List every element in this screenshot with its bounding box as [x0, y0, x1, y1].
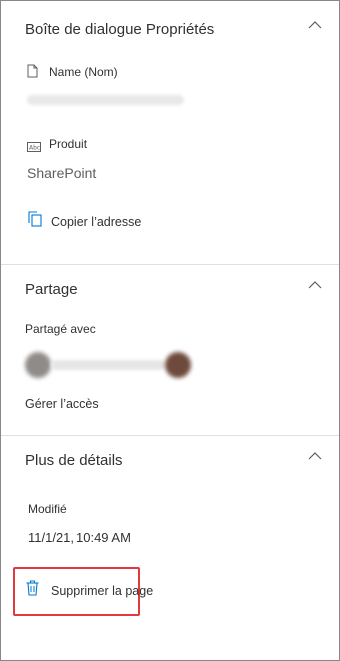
- sharing-section-title: Partage: [25, 281, 78, 298]
- avatar[interactable]: [165, 352, 191, 378]
- text-field-icon: Abc: [27, 139, 41, 157]
- document-icon: [27, 64, 38, 83]
- copy-icon[interactable]: [28, 211, 42, 232]
- collapse-details-chevron-up-icon[interactable]: [308, 451, 322, 461]
- svg-text:Abc: Abc: [29, 145, 40, 152]
- copy-address-button[interactable]: Copier l’adresse: [51, 215, 141, 229]
- name-field-label: Name (Nom): [49, 65, 118, 79]
- type-field-label: Produit: [49, 137, 88, 151]
- delete-page-button[interactable]: Supprimer la page: [51, 584, 153, 598]
- modified-date: 11/1/21,: [28, 530, 75, 545]
- details-section-title: Plus de détails: [25, 452, 123, 469]
- trash-icon[interactable]: [26, 580, 39, 601]
- name-field-value-redacted: [27, 95, 184, 105]
- modified-time: 10:49 AM: [76, 530, 131, 545]
- shared-users-redacted: [51, 360, 165, 370]
- avatar[interactable]: [25, 352, 51, 378]
- collapse-properties-chevron-up-icon[interactable]: [308, 20, 322, 30]
- modified-label: Modifié: [28, 502, 67, 516]
- properties-section-title: Boîte de dialogue Propriétés: [25, 21, 215, 38]
- section-divider: [1, 435, 339, 436]
- manage-access-link[interactable]: Gérer l’accès: [25, 397, 99, 411]
- shared-with-label: Partagé avec: [25, 322, 96, 336]
- type-field-value: SharePoint: [27, 165, 97, 181]
- properties-panel: Boîte de dialogue Propriétés Name (Nom) …: [0, 0, 340, 661]
- section-divider: [1, 264, 339, 265]
- collapse-sharing-chevron-up-icon[interactable]: [308, 280, 322, 290]
